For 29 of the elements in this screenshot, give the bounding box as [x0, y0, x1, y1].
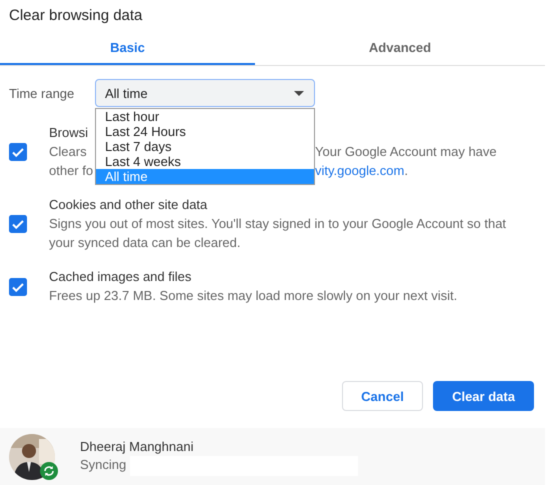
- checkbox[interactable]: [9, 215, 27, 233]
- clear-data-button[interactable]: Clear data: [433, 381, 534, 411]
- sync-icon: [40, 462, 58, 480]
- item-description: Your Google Account may have: [315, 143, 498, 161]
- dropdown-option[interactable]: Last hour: [96, 109, 314, 124]
- sync-status: Syncing: [80, 456, 126, 474]
- item-description: other fo: [49, 162, 94, 180]
- checkbox[interactable]: [9, 143, 27, 161]
- checkbox[interactable]: [9, 278, 27, 296]
- dropdown-option[interactable]: Last 4 weeks: [96, 154, 314, 169]
- cancel-button[interactable]: Cancel: [342, 381, 423, 411]
- activity-link[interactable]: vity.google.com: [315, 163, 404, 178]
- dialog-title: Clear browsing data: [8, 6, 144, 26]
- account-name: Dheeraj Manghnani: [80, 438, 194, 456]
- period-text: .: [404, 163, 408, 178]
- time-range-select[interactable]: All time: [95, 79, 315, 107]
- time-range-label: Time range: [9, 86, 76, 100]
- dropdown-option[interactable]: Last 24 Hours: [96, 124, 314, 139]
- item-description: Clears: [49, 143, 87, 161]
- item-title: Cached images and files: [49, 268, 192, 286]
- dropdown-option[interactable]: All time: [96, 169, 314, 184]
- item-description: Signs you out of most sites. You'll stay signed in to your Google Account so that your synced data can be cleared.: [49, 215, 508, 252]
- item-title: Cookies and other site data: [49, 196, 208, 214]
- dropdown-option[interactable]: Last 7 days: [96, 139, 314, 154]
- tab[interactable]: Basic: [0, 32, 255, 65]
- item-title: Browsi: [49, 124, 88, 142]
- caret-icon: [294, 90, 304, 96]
- tab[interactable]: Advanced: [255, 32, 545, 65]
- item-description: Frees up 23.7 MB. Some sites may load more slowly on your next visit.: [49, 287, 458, 305]
